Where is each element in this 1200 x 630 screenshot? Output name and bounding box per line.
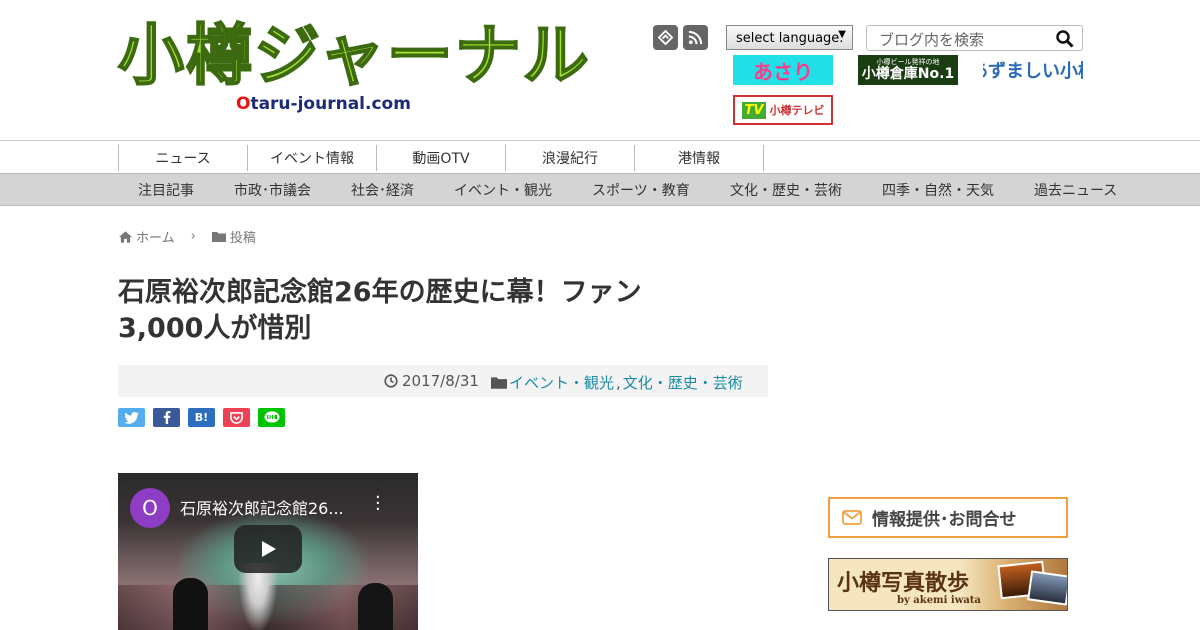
breadcrumb-category[interactable]: 投稿 [230,227,256,246]
article-meta: 2017/8/31 イベント・観光 , 文化・歴史・芸術 [118,365,768,397]
photo-thumbnail [1027,570,1067,606]
facebook-share-button[interactable] [153,408,180,427]
banner-asari[interactable]: あさり [733,55,833,85]
youtube-video-embed[interactable]: O 石原裕次郎記念館26... · · · [118,473,418,630]
language-select[interactable]: select language. ▼ [726,25,853,50]
more-options-icon[interactable]: · · · [375,489,381,519]
play-icon [262,541,276,557]
primary-nav: ニュース イベント情報 動画OTV 浪漫紀行 港情報 [0,140,1200,173]
category-link-events[interactable]: イベント・観光 [509,372,614,393]
nav-cat-events-tourism[interactable]: イベント・観光 [454,174,552,205]
hatena-bookmark-button[interactable]: B! [188,408,215,427]
nav-cat-culture-history-arts[interactable]: 文化・歴史・芸術 [730,174,842,205]
nav-item-events[interactable]: イベント情報 [247,145,376,171]
breadcrumb-home[interactable]: ホーム [136,227,175,246]
nav-cat-society-economy[interactable]: 社会･経済 [351,174,414,205]
feedly-icon[interactable] [653,25,678,50]
category-link-culture[interactable]: 文化・歴史・芸術 [623,372,743,393]
logo-title: 小樽ジャーナル [117,17,591,95]
nav-cat-sports-education[interactable]: スポーツ・教育 [592,174,690,205]
hatena-icon: B! [194,411,209,424]
folder-icon [211,232,226,242]
video-performer [238,563,278,630]
nav-item-roman-kikou[interactable]: 浪漫紀行 [505,145,634,171]
nav-item-port-info[interactable]: 港情報 [634,145,763,171]
contact-banner[interactable]: 情報提供･お問合せ [828,497,1068,538]
line-icon [264,411,279,423]
nav-cat-city-council[interactable]: 市政･市議会 [234,174,311,205]
home-icon [119,230,132,243]
dropdown-arrow-icon: ▼ [838,29,846,40]
banner-azumashii-otaru[interactable]: あずましい小樽 [983,55,1083,85]
nav-divider [763,145,764,171]
clock-icon [384,374,398,388]
nav-cat-past-news[interactable]: 過去ニュース [1034,174,1117,205]
nav-cat-seasons-nature-weather[interactable]: 四季・自然・天気 [882,174,994,205]
site-header: 小樽ジャーナル Otaru-journal.com select languag… [0,0,1200,140]
banner-otaru-soko[interactable]: 小樽ビール発祥の地 小樽倉庫No.1 [858,55,958,85]
category-nav: 注目記事 市政･市議会 社会･経済 イベント・観光 スポーツ・教育 文化・歴史・… [0,173,1200,206]
search-input[interactable]: ブログ内を検索 [866,25,1083,51]
logo-domain: Otaru-journal.com [236,94,411,114]
breadcrumb: ホーム › 投稿 [119,227,256,246]
folder-icon [491,377,507,389]
photo-walk-banner[interactable]: 小樽写真散歩 by akemi iwata [828,558,1068,611]
nav-cat-featured[interactable]: 注目記事 [138,174,194,205]
twitter-icon [124,411,139,424]
mail-icon [842,510,862,525]
nav-item-video-otv[interactable]: 動画OTV [376,145,505,171]
post-categories: イベント・観光 , 文化・歴史・芸術 [491,372,743,393]
line-share-button[interactable] [258,408,285,427]
video-person-left [173,578,208,630]
twitter-share-button[interactable] [118,408,145,427]
facebook-icon [163,411,170,424]
channel-avatar[interactable]: O [130,488,170,528]
play-button[interactable] [234,525,302,573]
nav-item-news[interactable]: ニュース [118,145,247,171]
video-title[interactable]: 石原裕次郎記念館26... [180,495,344,519]
post-date: 2017/8/31 [384,372,479,390]
article-title: 石原裕次郎記念館26年の歴史に幕！ファン 3,000人が惜別 [118,277,642,344]
banner-otaru-tv[interactable]: TV 小樽テレビ [733,95,833,125]
video-person-right [358,583,393,630]
search-placeholder: ブログ内を検索 [879,31,985,49]
pocket-share-button[interactable] [223,408,250,427]
rss-icon[interactable] [683,25,708,50]
search-icon[interactable] [1056,30,1074,52]
breadcrumb-chevron-icon: › [190,229,196,244]
pocket-icon [230,411,243,424]
